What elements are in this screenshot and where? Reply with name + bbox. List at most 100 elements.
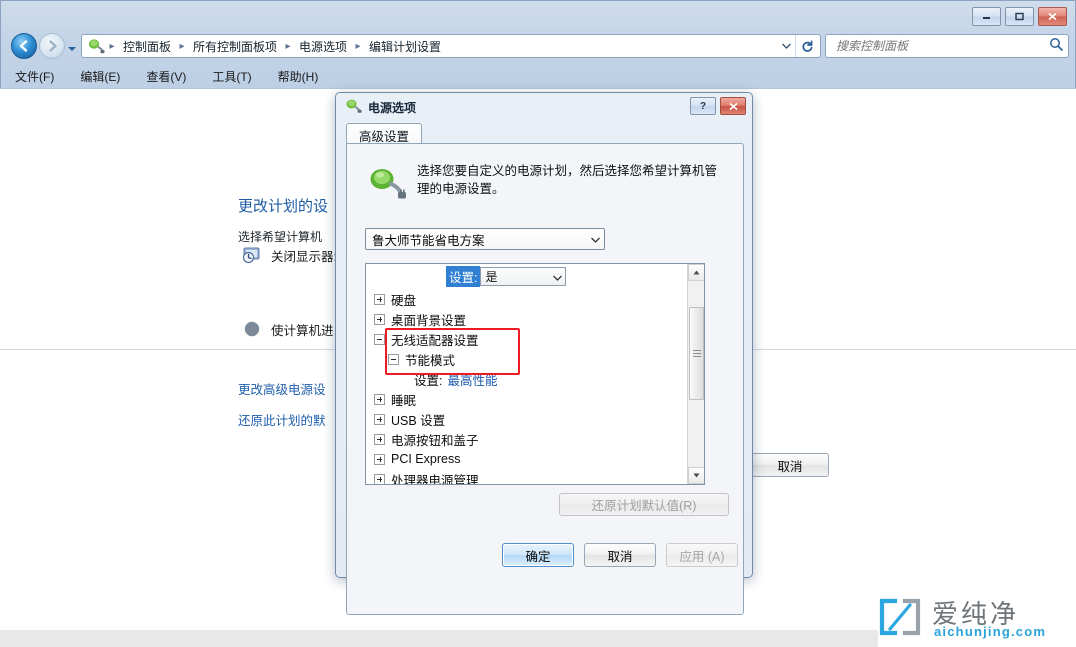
tree-item-setting-value-row[interactable]: 设置: 最高性能: [366, 369, 688, 389]
close-button[interactable]: [1038, 7, 1067, 26]
tree-item-label: 硬盘: [391, 293, 417, 308]
cancel-button[interactable]: 取消: [584, 543, 656, 567]
inline-setting-editor[interactable]: 设置: 是: [446, 266, 567, 287]
power-plan-value: 鲁大师节能省电方案: [372, 233, 485, 248]
tree-setting-value[interactable]: 最高性能: [447, 370, 497, 389]
scrollbar-thumb[interactable]: [689, 307, 704, 400]
watermark: 爱纯净 aichunjing.com: [878, 594, 1068, 642]
dialog-title: 电源选项: [368, 101, 417, 115]
breadcrumb-separator: ▸: [109, 40, 115, 52]
window-chrome: ▸ 控制面板 ▸ 所有控制面板项 ▸ 电源选项 ▸ 编辑计划设置 搜索控制面板 …: [0, 0, 1076, 90]
tab-advanced-settings[interactable]: 高级设置: [346, 123, 423, 144]
tree-item-desktop-background[interactable]: 桌面背景设置: [366, 309, 688, 329]
page-cancel-button[interactable]: 取消: [751, 453, 829, 477]
tree-item-hard-disk[interactable]: 硬盘: [366, 289, 688, 309]
tree-item-power-saving-mode[interactable]: 节能模式: [366, 349, 688, 369]
breadcrumb-separator[interactable]: ▸: [282, 41, 294, 52]
link-restore-plan-defaults[interactable]: 还原此计划的默: [238, 410, 326, 429]
watermark-text-en: aichunjing.com: [934, 624, 1047, 639]
breadcrumb-separator[interactable]: ▸: [176, 41, 188, 52]
link-change-advanced-power-settings[interactable]: 更改高级电源设: [238, 379, 326, 398]
navigation-bar: ▸ 控制面板 ▸ 所有控制面板项 ▸ 电源选项 ▸ 编辑计划设置: [1, 31, 1075, 63]
tree-scrollbar[interactable]: [687, 264, 704, 484]
breadcrumb-item-power-options[interactable]: 电源选项: [294, 36, 352, 57]
menu-bar: 文件(F) 编辑(E) 查看(V) 工具(T) 帮助(H): [1, 65, 1076, 87]
advanced-settings-tree[interactable]: 硬盘 桌面背景设置 无线适配器设置 节能模式 设置: 最高性能 睡眠 USB 设…: [365, 263, 705, 485]
apply-button[interactable]: 应用 (A): [666, 543, 738, 567]
inline-setting-label: 设置:: [446, 266, 481, 287]
tree-item-usb-settings[interactable]: USB 设置: [366, 409, 688, 429]
back-button[interactable]: [11, 33, 37, 59]
page-title: 更改计划的设: [238, 198, 329, 215]
menu-item-help[interactable]: 帮助(H): [278, 68, 319, 85]
chevron-down-icon[interactable]: [553, 270, 563, 284]
expand-icon[interactable]: [374, 313, 385, 325]
expand-icon[interactable]: [374, 453, 385, 465]
address-bar-actions: [777, 35, 820, 57]
search-input[interactable]: [834, 38, 1049, 54]
tree-item-label: 桌面背景设置: [391, 313, 467, 328]
tree-item-sleep[interactable]: 睡眠: [366, 389, 688, 409]
tree-item-power-buttons-and-lid[interactable]: 电源按钮和盖子: [366, 429, 688, 449]
expand-icon[interactable]: [374, 293, 385, 305]
scroll-down-icon[interactable]: [688, 467, 704, 484]
chevron-down-icon[interactable]: [777, 35, 795, 57]
collapse-icon[interactable]: [388, 353, 399, 365]
dialog-tabstrip: 高级设置: [346, 123, 744, 144]
ok-button[interactable]: 确定: [502, 543, 574, 567]
title-bar: [1, 1, 1075, 29]
expand-icon[interactable]: [374, 433, 385, 445]
expand-icon[interactable]: [374, 473, 385, 484]
forward-button[interactable]: [39, 33, 65, 59]
menu-item-view[interactable]: 查看(V): [146, 68, 186, 85]
address-bar[interactable]: ▸ 控制面板 ▸ 所有控制面板项 ▸ 电源选项 ▸ 编辑计划设置: [81, 34, 821, 58]
page-subtitle: 选择希望计算机: [238, 230, 323, 244]
restore-plan-defaults-button[interactable]: 还原计划默认值(R): [559, 493, 729, 516]
menu-item-edit[interactable]: 编辑(E): [80, 68, 120, 85]
menu-item-tools[interactable]: 工具(T): [212, 68, 251, 85]
tree-item-label: PCI Express: [391, 452, 461, 466]
power-plan-combobox[interactable]: 鲁大师节能省电方案: [365, 228, 605, 250]
tree-item-wireless-adapter-settings[interactable]: 无线适配器设置: [366, 329, 688, 349]
tree-item-list: 硬盘 桌面背景设置 无线适配器设置 节能模式 设置: 最高性能 睡眠 USB 设…: [366, 264, 688, 485]
tree-item-processor-power-management[interactable]: 处理器电源管理: [366, 469, 688, 485]
search-icon[interactable]: [1049, 37, 1064, 55]
breadcrumb-item-all-items[interactable]: 所有控制面板项: [188, 36, 282, 57]
inline-setting-value: 是: [485, 270, 498, 284]
setting-label-sleep: 使计算机进: [271, 323, 334, 338]
power-options-dialog: 电源选项 ? 高级设置 选择您要自定义的电源计划，然后选择您希望计算机管理的电源…: [335, 92, 753, 615]
tree-item-label: 处理器电源管理: [391, 473, 479, 485]
setting-row-sleep: 使计算机进: [242, 319, 334, 339]
help-button[interactable]: ?: [690, 97, 716, 115]
refresh-icon[interactable]: [795, 35, 818, 57]
sleep-moon-icon: [242, 319, 262, 339]
recent-locations-dropdown[interactable]: [67, 42, 77, 51]
search-box[interactable]: [825, 34, 1069, 58]
expand-icon[interactable]: [374, 393, 385, 405]
dialog-window-controls: ?: [690, 97, 746, 115]
breadcrumb-item-edit-plan[interactable]: 编辑计划设置: [364, 36, 446, 57]
tree-item-label: USB 设置: [391, 413, 446, 428]
breadcrumb-separator[interactable]: ▸: [352, 41, 364, 52]
setting-label-turn-off-display: 关闭显示器:: [271, 249, 337, 264]
scroll-up-icon[interactable]: [688, 264, 704, 281]
battery-plug-icon: [367, 166, 407, 202]
tree-item-label: 睡眠: [391, 393, 417, 408]
desktop-edge: [0, 630, 878, 647]
scrollbar-grip-icon: [692, 348, 701, 359]
collapse-icon[interactable]: [374, 333, 385, 345]
minimize-button[interactable]: [972, 7, 1001, 26]
maximize-button[interactable]: [1005, 7, 1034, 26]
tree-item-pci-express[interactable]: PCI Express: [366, 449, 688, 469]
window-controls: [972, 7, 1067, 26]
expand-icon[interactable]: [374, 413, 385, 425]
breadcrumb-item-control-panel[interactable]: 控制面板: [118, 36, 176, 57]
dialog-title-bar: 电源选项 ?: [336, 93, 752, 119]
setting-row-turn-off-display: 关闭显示器:: [242, 245, 337, 265]
menu-item-file[interactable]: 文件(F): [15, 68, 54, 85]
chevron-down-icon[interactable]: [591, 232, 600, 246]
tree-item-label: 电源按钮和盖子: [391, 433, 479, 448]
inline-setting-combobox[interactable]: 是: [480, 267, 567, 286]
dialog-close-button[interactable]: [720, 97, 746, 115]
dialog-footer: 确定 取消 应用 (A): [336, 543, 752, 567]
